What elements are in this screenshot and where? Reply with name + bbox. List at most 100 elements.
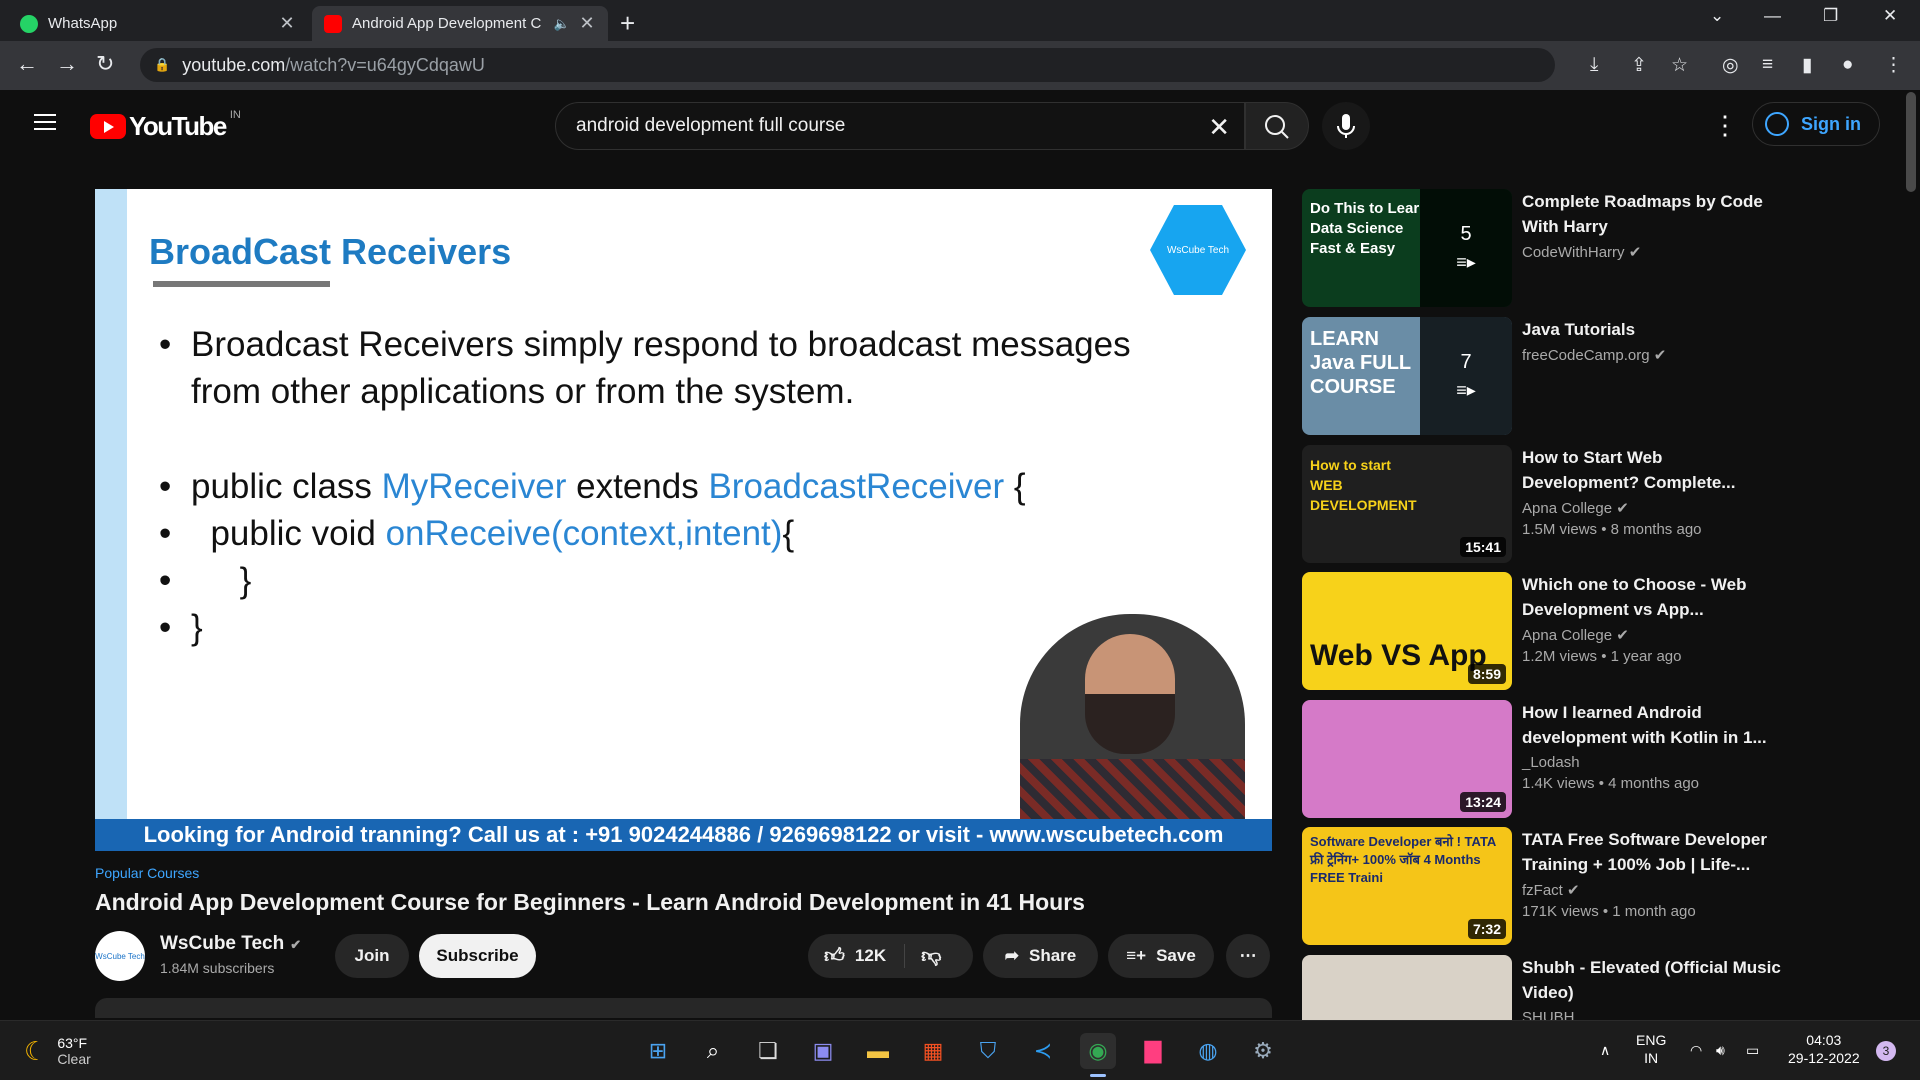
windows-start-icon[interactable]: ⊞ bbox=[640, 1033, 676, 1069]
recommendation-title[interactable]: How to Start Web Development? Complete..… bbox=[1522, 445, 1782, 495]
bookmark-star-icon[interactable]: ☆ bbox=[1671, 54, 1688, 77]
video-thumbnail[interactable]: Web VS App 8:59 bbox=[1302, 572, 1512, 690]
file-explorer-icon[interactable]: ▬ bbox=[860, 1033, 896, 1069]
voice-search-button[interactable] bbox=[1322, 102, 1370, 150]
video-thumbnail[interactable]: How to start WEB DEVELOPMENT 15:41 bbox=[1302, 445, 1512, 563]
close-tab-icon[interactable]: ✕ bbox=[278, 13, 296, 34]
save-button[interactable]: ≡+ Save bbox=[1108, 934, 1214, 978]
browser-menu-icon[interactable]: ⋮ bbox=[1884, 54, 1903, 77]
close-tab-icon[interactable]: ✕ bbox=[578, 13, 596, 34]
subscribe-button[interactable]: Subscribe bbox=[419, 934, 536, 978]
settings-icon[interactable]: ⚙ bbox=[1245, 1033, 1281, 1069]
like-button[interactable]: 👍︎ 12K bbox=[824, 944, 906, 968]
video-thumbnail[interactable]: 13:24 bbox=[1302, 700, 1512, 818]
account-icon bbox=[1765, 112, 1789, 136]
recommendation-channel[interactable]: Apna College ✔ bbox=[1522, 626, 1782, 644]
notification-badge[interactable]: 3 bbox=[1876, 1041, 1896, 1061]
search-input[interactable]: android development full course ✕ bbox=[555, 102, 1245, 150]
teams-chat-icon[interactable]: ▣ bbox=[805, 1033, 841, 1069]
recommendation-title[interactable]: Complete Roadmaps by Code With Harry bbox=[1522, 189, 1782, 239]
back-icon[interactable]: ← bbox=[16, 51, 38, 77]
weather-widget[interactable]: ☾ 63°F Clear bbox=[24, 1035, 91, 1067]
recommendation-item[interactable]: Do This to Lear Data Science Fast & Easy… bbox=[1302, 189, 1782, 307]
clock-date: 29-12-2022 bbox=[1788, 1050, 1860, 1066]
extension-icon[interactable]: ◎ bbox=[1722, 54, 1739, 77]
clock[interactable]: 04:03 29-12-2022 bbox=[1788, 1031, 1860, 1067]
channel-name[interactable]: WsCube Tech ✔ bbox=[160, 933, 301, 955]
microsoft-store-icon[interactable]: ▦ bbox=[915, 1033, 951, 1069]
side-panel-icon[interactable]: ▮ bbox=[1802, 54, 1812, 77]
menu-icon[interactable] bbox=[34, 114, 56, 130]
share-icon[interactable]: ⇪ bbox=[1631, 54, 1647, 77]
recommendation-channel[interactable]: CodeWithHarry ✔ bbox=[1522, 243, 1782, 261]
language-indicator[interactable]: ENG IN bbox=[1636, 1031, 1666, 1067]
tab-title: WhatsApp bbox=[48, 15, 118, 32]
chrome-icon[interactable]: ◉ bbox=[1080, 1033, 1116, 1077]
recommendation-channel[interactable]: SHUBH bbox=[1522, 1009, 1782, 1020]
whatsapp-desktop-icon[interactable]: ◍ bbox=[1190, 1033, 1226, 1069]
page-scrollbar[interactable] bbox=[1906, 92, 1916, 192]
video-thumbnail[interactable]: Software Developer बनो ! TATA फ्री ट्रेन… bbox=[1302, 827, 1512, 945]
volume-icon[interactable]: 🔊︎ bbox=[1716, 1041, 1725, 1059]
more-actions-button[interactable]: ⋯ bbox=[1226, 934, 1270, 978]
recommendation-meta: 1.2M views • 1 year ago bbox=[1522, 648, 1682, 665]
restore-button[interactable]: ❐ bbox=[1823, 6, 1838, 26]
address-bar[interactable]: 🔒 youtube.com/watch?v=u64gyCdqawU bbox=[140, 48, 1555, 82]
close-window-button[interactable]: ✕ bbox=[1883, 6, 1897, 26]
recommendation-channel[interactable]: freeCodeCamp.org ✔ bbox=[1522, 346, 1782, 364]
vscode-icon[interactable]: ≺ bbox=[1025, 1033, 1061, 1069]
media-control-icon[interactable]: ≡ bbox=[1762, 54, 1773, 76]
profile-icon[interactable]: ● bbox=[1842, 54, 1853, 76]
video-thumbnail[interactable]: Do This to Lear Data Science Fast & Easy… bbox=[1302, 189, 1512, 307]
video-player[interactable]: BroadCast Receivers WsCube Tech Broadcas… bbox=[95, 189, 1272, 851]
minimize-button[interactable]: — bbox=[1764, 6, 1781, 26]
recommendation-title[interactable]: Which one to Choose - Web Development vs… bbox=[1522, 572, 1782, 622]
join-button[interactable]: Join bbox=[335, 934, 409, 978]
recommendation-item[interactable]: Web VS App 8:59 Which one to Choose - We… bbox=[1302, 572, 1782, 690]
tab-search-icon[interactable]: ⌄ bbox=[1710, 6, 1724, 26]
recommendation-channel[interactable]: _Lodash bbox=[1522, 754, 1782, 771]
video-thumbnail[interactable]: LEARN Java FULL COURSE 7 ≡▸ bbox=[1302, 317, 1512, 435]
recommendation-item[interactable]: LEARN Java FULL COURSE 7 ≡▸ Java Tutorial… bbox=[1302, 317, 1782, 435]
youtube-logo[interactable]: YouTube IN bbox=[90, 109, 241, 142]
sign-in-button[interactable]: Sign in bbox=[1752, 102, 1880, 146]
lock-icon[interactable]: 🔒 bbox=[154, 57, 170, 73]
recommendation-channel[interactable]: Apna College ✔ bbox=[1522, 499, 1782, 517]
tab-whatsapp[interactable]: WhatsApp ✕ bbox=[8, 6, 308, 41]
search-button[interactable] bbox=[1245, 102, 1309, 150]
search-icon[interactable]: ⌕ bbox=[695, 1033, 731, 1069]
description-box[interactable] bbox=[95, 998, 1272, 1018]
slide-title: BroadCast Receivers bbox=[149, 231, 512, 272]
recommendation-title[interactable]: How I learned Android development with K… bbox=[1522, 700, 1782, 750]
recommendation-title[interactable]: Java Tutorials bbox=[1522, 317, 1782, 342]
defender-icon[interactable]: ⛉ bbox=[970, 1033, 1006, 1069]
recommendation-item[interactable]: How to start WEB DEVELOPMENT 15:41 How t… bbox=[1302, 445, 1782, 563]
battery-icon[interactable]: ▭ bbox=[1746, 1041, 1759, 1059]
wifi-icon[interactable]: ◠ bbox=[1690, 1041, 1702, 1059]
recommendation-channel[interactable]: fzFact ✔ bbox=[1522, 881, 1782, 899]
recommendation-title[interactable]: Shubh - Elevated (Official Music Video) bbox=[1522, 955, 1782, 1005]
settings-more-icon[interactable]: ⋮ bbox=[1712, 110, 1738, 141]
install-icon[interactable]: ⤓ bbox=[1590, 54, 1598, 76]
hashtag-link[interactable]: Popular Courses bbox=[95, 865, 199, 881]
new-tab-button[interactable]: + bbox=[620, 8, 635, 39]
forward-icon[interactable]: → bbox=[56, 51, 78, 77]
intellij-icon[interactable]: ▇ bbox=[1135, 1033, 1171, 1069]
reload-icon[interactable]: ↻ bbox=[96, 51, 114, 77]
recommendation-item[interactable]: 13:24 How I learned Android development … bbox=[1302, 700, 1782, 818]
channel-avatar[interactable]: WsCube Tech bbox=[95, 931, 145, 981]
thumbnail-text: Software Developer बनो ! TATA फ्री ट्रेन… bbox=[1310, 834, 1496, 885]
task-view-icon[interactable]: ❏ bbox=[750, 1033, 786, 1069]
recommendation-item[interactable]: Shubh - Elevated (Official Music Video) … bbox=[1302, 955, 1782, 1020]
dislike-button[interactable]: 👎︎ bbox=[905, 944, 941, 968]
code-text: { bbox=[782, 514, 795, 553]
subscribe-label: Subscribe bbox=[436, 946, 519, 965]
speaker-icon[interactable]: 🔈 bbox=[554, 16, 570, 32]
share-button[interactable]: ➦ Share bbox=[983, 934, 1098, 978]
recommendation-title[interactable]: TATA Free Software Developer Training + … bbox=[1522, 827, 1782, 877]
recommendation-item[interactable]: Software Developer बनो ! TATA फ्री ट्रेन… bbox=[1302, 827, 1782, 945]
show-hidden-icons[interactable]: ∧ bbox=[1600, 1041, 1610, 1059]
tab-youtube[interactable]: Android App Development C 🔈 ✕ bbox=[312, 6, 608, 41]
clear-search-icon[interactable]: ✕ bbox=[1208, 112, 1230, 143]
video-thumbnail[interactable] bbox=[1302, 955, 1512, 1020]
